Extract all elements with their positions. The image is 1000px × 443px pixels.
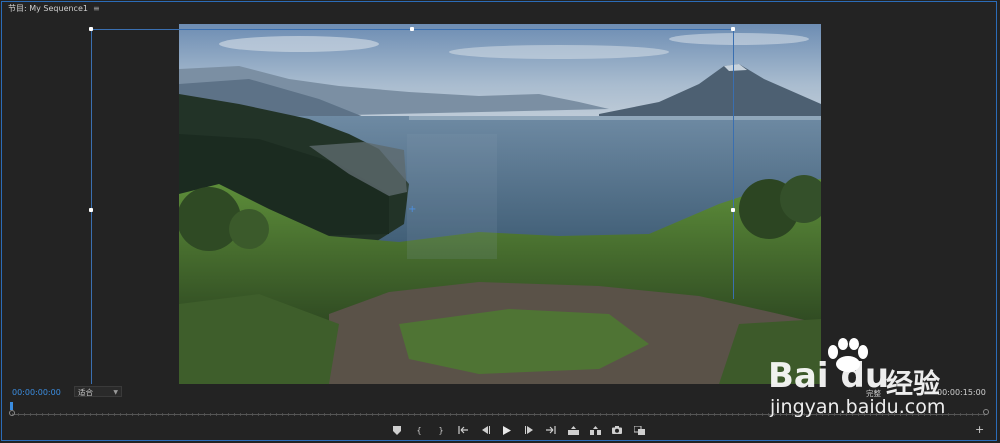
panel-header: 节目: My Sequence1 ≡ — [8, 3, 100, 15]
step-back-icon[interactable] — [474, 424, 496, 436]
hamburger-icon[interactable]: ≡ — [93, 3, 100, 15]
watermark-url: jingyan.baidu.com — [770, 396, 946, 418]
baidu-jingyan-watermark: Bai du 经验 jingyan.baidu.com — [768, 338, 978, 428]
transform-handle[interactable] — [89, 208, 93, 212]
play-icon[interactable] — [496, 424, 518, 436]
current-timecode[interactable]: 00:00:00:00 — [12, 388, 61, 397]
work-area-start-handle[interactable] — [9, 410, 15, 416]
extract-icon[interactable] — [584, 424, 606, 436]
go-to-in-icon[interactable] — [452, 424, 474, 436]
transform-handle[interactable] — [89, 27, 93, 31]
lift-icon[interactable] — [562, 424, 584, 436]
fit-value: 适合 — [78, 388, 93, 397]
compare-view-icon[interactable] — [628, 424, 650, 436]
watermark-brand: Bai du — [768, 356, 890, 396]
marker-icon[interactable] — [386, 424, 408, 436]
fit-dropdown[interactable]: 适合 ▼ — [74, 386, 122, 397]
transport-controls: { } — [386, 424, 650, 436]
bbox-left — [91, 29, 92, 384]
bbox-right — [733, 29, 734, 299]
program-viewer[interactable] — [179, 24, 821, 384]
panel-title[interactable]: 节目: My Sequence1 — [8, 3, 88, 15]
chevron-down-icon: ▼ — [113, 389, 118, 396]
transform-handle[interactable] — [410, 27, 414, 31]
go-to-out-icon[interactable] — [540, 424, 562, 436]
landscape-frame — [179, 24, 821, 384]
export-frame-icon[interactable] — [606, 424, 628, 436]
anchor-point-icon[interactable]: + — [408, 205, 416, 215]
mark-out-icon[interactable]: } — [430, 424, 452, 436]
work-area-end-handle[interactable] — [983, 409, 989, 415]
playhead[interactable] — [10, 402, 13, 410]
mark-in-icon[interactable]: { — [408, 424, 430, 436]
step-forward-icon[interactable] — [518, 424, 540, 436]
transform-handle[interactable] — [731, 27, 735, 31]
transform-handle[interactable] — [731, 208, 735, 212]
